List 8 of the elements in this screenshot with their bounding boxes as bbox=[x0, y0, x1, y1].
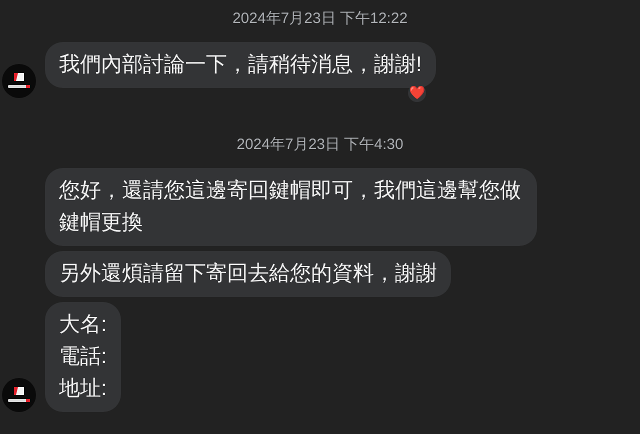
timestamp: 2024年7月23日 下午12:22 bbox=[232, 9, 408, 29]
message-bubble: 另外還煩請留下寄回去給您的資料，謝謝 bbox=[45, 251, 451, 297]
message-bubble: 大名: 電話: 地址: bbox=[45, 302, 121, 412]
message-bubble: 您好，還請您這邊寄回鍵帽即可，我們這邊幫您做鍵帽更換 bbox=[45, 168, 537, 246]
reaction: ❤ bbox=[408, 84, 426, 102]
avatar-icon bbox=[2, 64, 36, 98]
timestamp: 2024年7月23日 下午4:30 bbox=[236, 135, 404, 155]
avatar-icon bbox=[2, 378, 36, 412]
